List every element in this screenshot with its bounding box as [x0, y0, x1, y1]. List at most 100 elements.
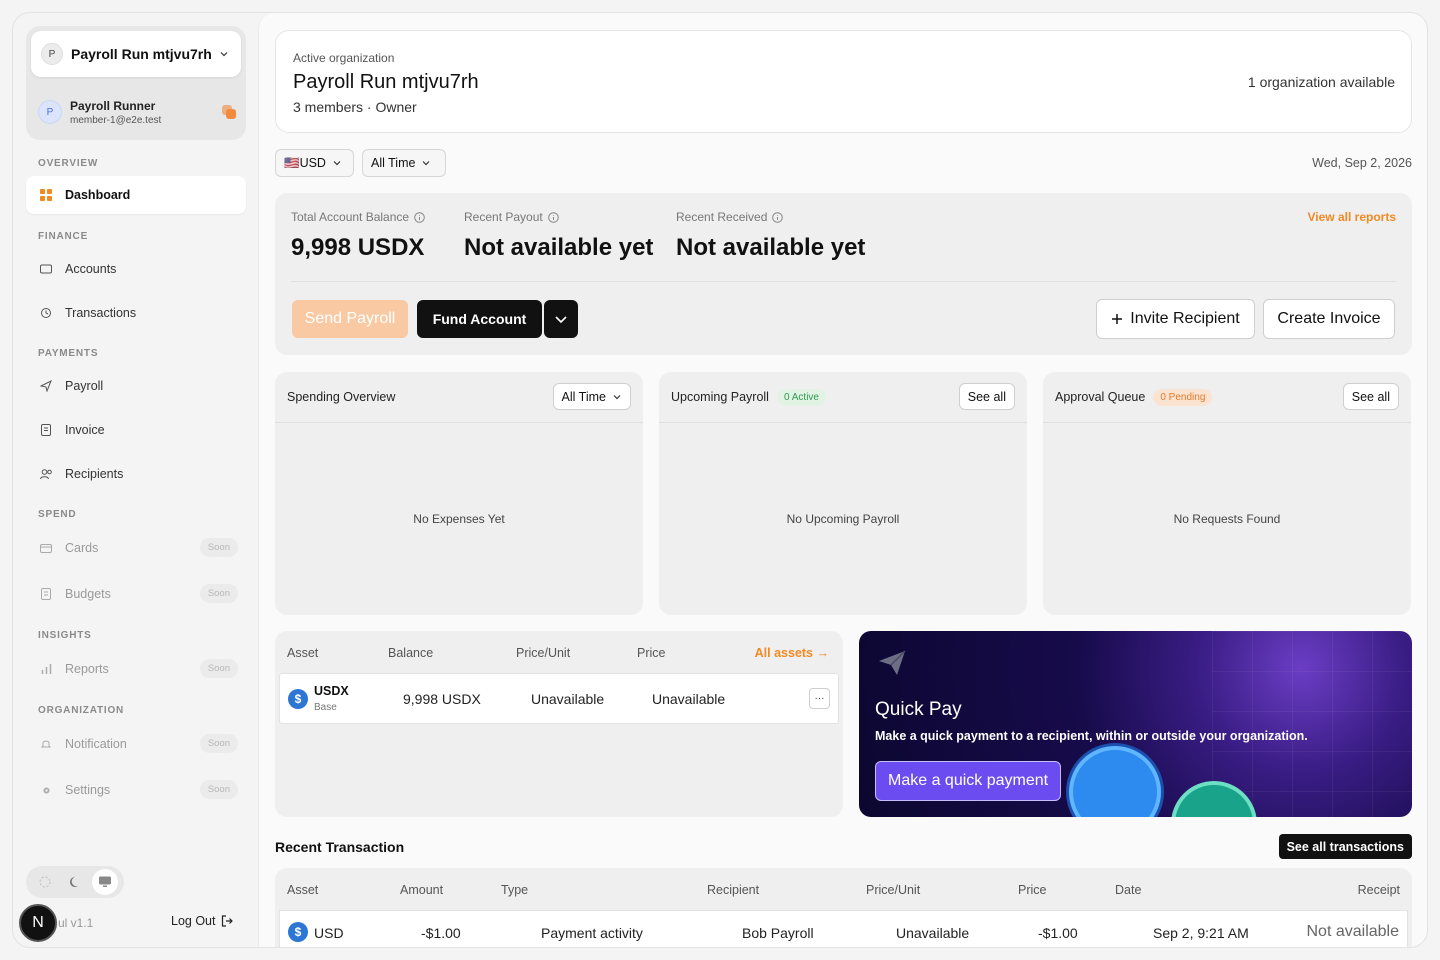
card-icon	[39, 541, 53, 555]
asset-symbol: USDX	[314, 684, 349, 698]
see-all-upcoming-button[interactable]: See all	[958, 383, 1015, 410]
sidebar-item-dashboard[interactable]: Dashboard	[26, 176, 246, 214]
stat-value: Not available yet	[676, 234, 866, 261]
info-icon[interactable]	[414, 211, 425, 223]
info-icon[interactable]	[547, 211, 559, 223]
monitor-icon[interactable]	[92, 869, 118, 895]
assets-table: Asset Balance Price/Unit Price All asset…	[275, 631, 843, 817]
table-row[interactable]: $ USD -$1.00 Payment activity Bob Payrol…	[279, 910, 1408, 947]
approval-queue-panel: Approval Queue 0 Pending See all No Requ…	[1043, 372, 1411, 615]
org-switcher[interactable]: P Payroll Run mtjvu7rh	[31, 31, 241, 77]
dashboard-grid-icon	[39, 188, 53, 202]
column-header: Date	[1115, 883, 1142, 897]
soon-badge: Soon	[199, 734, 238, 753]
sidebar-item-settings[interactable]: Settings Soon	[26, 771, 246, 809]
empty-state: No Expenses Yet	[413, 512, 505, 526]
all-assets-label: All assets	[754, 646, 814, 660]
column-header: Type	[501, 883, 529, 897]
usd-coin-icon: $	[288, 922, 308, 942]
users-icon	[39, 467, 53, 481]
fund-account-dropdown[interactable]	[544, 300, 578, 338]
asset-price: Unavailable	[652, 691, 726, 707]
sidebar-item-reports[interactable]: Reports Soon	[26, 650, 246, 688]
tx-amount: -$1.00	[421, 925, 461, 941]
balance-card: Total Account Balance 9,998 USDX Recent …	[275, 193, 1412, 355]
sidebar-item-label: Accounts	[65, 262, 117, 276]
org-meta: 3 members · Owner	[293, 99, 417, 115]
sidebar-item-payroll[interactable]: Payroll	[26, 367, 246, 405]
transactions-icon	[39, 306, 53, 320]
sidebar-item-invoice[interactable]: Invoice	[26, 411, 246, 449]
column-header: Price/Unit	[516, 646, 571, 660]
column-header: Balance	[388, 646, 434, 660]
view-all-reports-link[interactable]: View all reports	[1308, 210, 1396, 224]
sidebar-item-notification[interactable]: Notification Soon	[26, 725, 246, 763]
org-card: P Payroll Run mtjvu7rh P Payroll Runner …	[26, 26, 246, 140]
send-payroll-button[interactable]: Send Payroll	[292, 300, 408, 338]
nav-section-organization: ORGANIZATION	[38, 705, 125, 716]
decorative-grid	[1212, 631, 1412, 817]
stat-total-balance: Total Account Balance 9,998 USDX	[291, 210, 425, 262]
app-window: P Payroll Run mtjvu7rh P Payroll Runner …	[12, 12, 1428, 948]
chevron-down-icon	[423, 161, 430, 166]
sun-icon[interactable]	[32, 869, 58, 895]
moon-icon[interactable]	[62, 869, 88, 895]
bell-icon	[39, 737, 53, 751]
usdc-coin-icon: $	[288, 689, 308, 709]
empty-state: No Upcoming Payroll	[786, 512, 900, 526]
table-row[interactable]: $ USDX Base 9,998 USDX Unavailable Unava…	[279, 673, 839, 724]
sidebar-item-budgets[interactable]: Budgets Soon	[26, 575, 246, 613]
soon-badge: Soon	[199, 659, 238, 678]
make-quick-payment-button[interactable]: Make a quick payment	[875, 761, 1062, 801]
stat-value: Not available yet	[464, 234, 654, 261]
user-org-badge-icon	[222, 105, 236, 119]
gear-icon	[39, 783, 53, 797]
recent-transactions-title: Recent Transaction	[275, 839, 405, 855]
user-profile[interactable]: P Payroll Runner member-1@e2e.test	[38, 92, 236, 132]
spending-period-value: All Time	[561, 389, 606, 404]
sidebar: P Payroll Run mtjvu7rh P Payroll Runner …	[13, 13, 258, 947]
sidebar-item-label: Notification	[65, 737, 127, 751]
sidebar-item-cards[interactable]: Cards Soon	[26, 529, 246, 567]
column-header: Price	[1018, 883, 1047, 897]
assistant-badge[interactable]: N	[19, 904, 57, 942]
sidebar-item-accounts[interactable]: Accounts	[26, 250, 246, 288]
tx-date: Sep 2, 9:21 AM	[1153, 925, 1249, 941]
more-options-icon[interactable]: ···	[809, 688, 830, 709]
status-badge: 0 Active	[776, 388, 826, 406]
app-version: ul v1.1	[58, 916, 94, 930]
document-icon	[39, 423, 53, 437]
org-header-label: Active organization	[293, 51, 395, 65]
soon-badge: Soon	[199, 584, 238, 603]
spending-period-select[interactable]: All Time	[552, 383, 631, 410]
stat-label: Total Account Balance	[291, 210, 410, 224]
tx-recipient: Bob Payroll	[742, 925, 814, 941]
all-assets-link[interactable]: All assets →	[755, 646, 829, 660]
empty-state: No Requests Found	[1173, 512, 1281, 526]
fund-account-button[interactable]: Fund Account	[417, 300, 542, 338]
column-header: Asset	[287, 883, 319, 897]
create-invoice-button[interactable]: Create Invoice	[1263, 299, 1395, 339]
nav-section-spend: SPEND	[38, 509, 77, 520]
soon-badge: Soon	[199, 780, 238, 799]
sidebar-item-label: Invoice	[65, 423, 105, 437]
chevron-down-icon	[333, 161, 341, 166]
see-all-approvals-button[interactable]: See all	[1342, 383, 1399, 410]
org-avatar: P	[41, 43, 63, 65]
see-all-transactions-button[interactable]: See all transactions	[1278, 834, 1412, 859]
usdc-coin-icon	[1069, 746, 1161, 817]
sidebar-item-label: Cards	[65, 541, 99, 555]
info-icon[interactable]	[772, 211, 784, 223]
stat-recent-payout: Recent Payout Not available yet	[464, 210, 653, 262]
period-select[interactable]: All Time	[362, 149, 446, 177]
nav-section-finance: FINANCE	[38, 231, 89, 242]
org-availability: 1 organization available	[1247, 74, 1395, 90]
quick-pay-description: Make a quick payment to a recipient, wit…	[875, 729, 1308, 743]
sidebar-item-recipients[interactable]: Recipients	[26, 455, 246, 493]
sidebar-item-transactions[interactable]: Transactions	[26, 294, 246, 332]
invite-recipient-button[interactable]: Invite Recipient	[1096, 299, 1255, 339]
logout-button[interactable]: Log Out	[171, 914, 234, 928]
currency-value: 🇺🇸USD	[284, 155, 326, 170]
theme-toggle[interactable]	[26, 866, 124, 898]
currency-select[interactable]: 🇺🇸USD	[275, 149, 354, 177]
